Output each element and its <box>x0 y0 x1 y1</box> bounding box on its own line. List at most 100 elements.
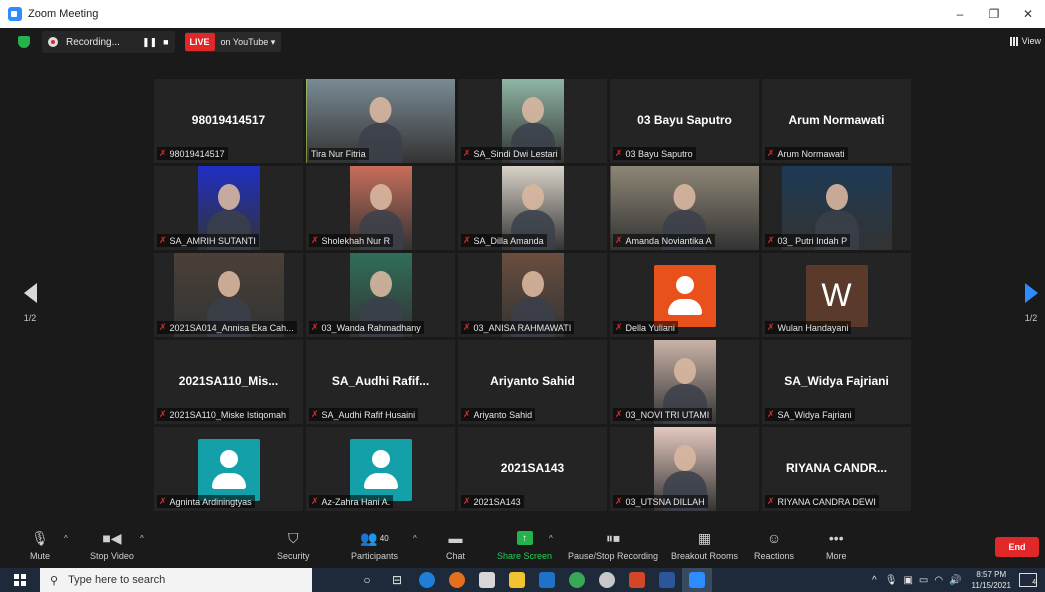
video-camera-icon: ■◀ <box>102 529 122 546</box>
stop-recording-button[interactable]: ■ <box>163 37 168 47</box>
participant-tile[interactable]: ✗ 03_ Putri Indah P <box>762 166 911 250</box>
participant-name-label: ✗ Della Yuliani <box>613 321 678 334</box>
breakout-rooms-button[interactable]: ▦ Breakout Rooms <box>671 528 738 564</box>
person-silhouette <box>673 184 696 210</box>
more-button[interactable]: ••• More <box>826 528 847 564</box>
live-stream-indicator[interactable]: LIVE on YouTube ▾ <box>184 32 282 52</box>
tray-app-icon[interactable]: ▣ <box>903 575 912 586</box>
participant-tile[interactable]: W ✗ Wulan Handayani <box>762 253 911 337</box>
participant-tile[interactable]: ✗ Az-Zahra Hani A. <box>306 427 455 511</box>
taskbar-search[interactable]: ⚲ Type here to search <box>40 568 312 592</box>
chrome-icon[interactable] <box>562 568 592 592</box>
participants-options-caret[interactable]: ^ <box>413 534 417 543</box>
pause-recording-button[interactable]: ❚❚ <box>142 37 157 48</box>
person-silhouette <box>825 184 848 210</box>
participant-tile[interactable]: ✗ Agninta Ardiningtyas <box>154 427 303 511</box>
participant-name: 03_ Putri Indah P <box>777 235 848 246</box>
tray-volume-icon[interactable]: 🔊 <box>949 575 961 586</box>
grid-icon: ▦ <box>697 529 712 546</box>
participant-tile[interactable]: ✗ 03_ANISA RAHMAWATI <box>458 253 607 337</box>
participant-name-label: ✗ SA_Dilla Amanda <box>461 234 547 247</box>
encryption-shield-icon[interactable] <box>18 36 30 48</box>
start-button[interactable] <box>0 568 40 592</box>
participant-tile[interactable]: ✗ Sholekhah Nur R <box>306 166 455 250</box>
avatar-head <box>675 276 694 294</box>
muted-mic-icon: ✗ <box>767 496 775 506</box>
minimize-button[interactable]: – <box>943 0 977 28</box>
participant-tile[interactable]: ✗ Della Yuliani <box>610 253 759 337</box>
share-screen-button[interactable]: ↑ Share Screen <box>497 528 552 564</box>
participant-tile[interactable]: 2021SA110_Mis... ✗ 2021SA110_Miske Istiqom… <box>154 340 303 424</box>
participant-tile[interactable]: ✗ 2021SA014_Annisa Eka Cah... <box>154 253 303 337</box>
task-view-icon[interactable]: ⊟ <box>382 568 412 592</box>
mail-icon[interactable] <box>532 568 562 592</box>
participant-tile[interactable]: SA_Widya Fajriani ✗ SA_Widya Fajriani <box>762 340 911 424</box>
chat-button[interactable]: ▬ Chat <box>446 528 465 564</box>
participant-name: SA_Sindi Dwi Lestari <box>473 148 558 159</box>
participant-tile[interactable]: ✗ 03_NOVI TRI UTAMI <box>610 340 759 424</box>
powerpoint-icon[interactable] <box>622 568 652 592</box>
live-destination-dropdown[interactable]: on YouTube ▾ <box>215 37 282 48</box>
next-page-indicator: 1/2 <box>1024 313 1038 323</box>
cortana-icon[interactable]: ○ <box>352 568 382 592</box>
participant-tile[interactable]: 98019414517 ✗ 98019414517 <box>154 79 303 163</box>
person-silhouette <box>369 271 392 297</box>
restore-button[interactable]: ❐ <box>977 0 1011 28</box>
person-silhouette <box>521 184 544 210</box>
app-swirl-icon[interactable] <box>592 568 622 592</box>
participant-tile[interactable]: Arum Normawati ✗ Arum Normawati <box>762 79 911 163</box>
edge-browser-icon[interactable] <box>412 568 442 592</box>
close-button[interactable]: ✕ <box>1011 0 1045 28</box>
taskbar-clock[interactable]: 8:57 PM 11/15/2021 <box>972 569 1011 591</box>
audio-options-caret[interactable]: ^ <box>64 534 68 543</box>
mute-button[interactable]: 🎙 Mute <box>30 528 50 564</box>
firefox-icon[interactable] <box>442 568 472 592</box>
participant-tile[interactable]: ✗ SA_AMRIH SUTANTI <box>154 166 303 250</box>
participant-tile[interactable]: 2021SA143 ✗ 2021SA143 <box>458 427 607 511</box>
participants-button[interactable]: 👥 40 Participants <box>351 528 398 564</box>
participant-tile[interactable]: ✗ 03_UTSNA DILLAH <box>610 427 759 511</box>
participant-name: 03_NOVI TRI UTAMI <box>625 409 710 420</box>
security-label: Security <box>277 551 310 561</box>
participant-tile[interactable]: ✗ 03_Wanda Rahmadhany <box>306 253 455 337</box>
video-options-caret[interactable]: ^ <box>140 534 144 543</box>
muted-mic-icon: ✗ <box>311 496 319 506</box>
smile-icon: ☺ <box>766 530 782 546</box>
breakout-rooms-label: Breakout Rooms <box>671 551 739 561</box>
file-explorer-icon[interactable] <box>502 568 532 592</box>
end-meeting-button[interactable]: End <box>995 537 1039 557</box>
muted-mic-icon: ✗ <box>767 322 775 332</box>
tray-expand-icon[interactable]: ^ <box>872 575 877 586</box>
store-icon[interactable] <box>472 568 502 592</box>
tray-battery-icon[interactable]: ▭ <box>919 575 928 586</box>
notification-center-button[interactable]: 4 <box>1019 573 1037 587</box>
participant-name-label: ✗ 03_UTSNA DILLAH <box>613 495 708 508</box>
muted-mic-icon: ✗ <box>463 409 471 419</box>
clock-time: 8:57 PM <box>976 570 1007 579</box>
next-page-button[interactable]: 1/2 <box>1021 283 1041 323</box>
stop-video-button[interactable]: ■◀ Stop Video <box>90 528 134 564</box>
participant-tile[interactable]: ✗ SA_Sindi Dwi Lestari <box>458 79 607 163</box>
muted-mic-icon: ✗ <box>311 235 319 245</box>
participant-tile[interactable]: RIYANA CANDR... ✗ RIYANA CANDRA DEWI <box>762 427 911 511</box>
view-button[interactable]: View <box>1009 36 1041 46</box>
recording-text: Recording... <box>66 36 120 48</box>
person-silhouette <box>369 97 392 123</box>
security-button[interactable]: ⛉ Security <box>277 528 310 564</box>
participant-tile[interactable]: Tira Nur Fitria <box>306 79 455 163</box>
zoom-taskbar-icon[interactable] <box>682 568 712 592</box>
participant-tile[interactable]: ✗ Amanda Noviantika A <box>610 166 759 250</box>
share-options-caret[interactable]: ^ <box>549 534 553 543</box>
previous-page-button[interactable]: 1/2 <box>20 283 40 323</box>
participant-tile[interactable]: ✗ SA_Dilla Amanda <box>458 166 607 250</box>
reactions-button[interactable]: ☺ Reactions <box>754 528 794 564</box>
tray-wifi-icon[interactable]: ◠ <box>934 575 943 586</box>
tray-mic-icon[interactable]: 🎙 <box>885 575 898 586</box>
participant-tile[interactable]: SA_Audhi Rafif... ✗ SA_Audhi Rafif Husaini <box>306 340 455 424</box>
participant-name-label: ✗ RIYANA CANDRA DEWI <box>765 495 879 508</box>
word-icon[interactable] <box>652 568 682 592</box>
participant-display-name: Arum Normawati <box>788 113 885 127</box>
pause-stop-recording-button[interactable]: ⏸⏹ Pause/Stop Recording <box>568 528 658 564</box>
participant-tile[interactable]: Ariyanto Sahid ✗ Ariyanto Sahid <box>458 340 607 424</box>
participant-tile[interactable]: 03 Bayu Saputro ✗ 03 Bayu Saputro <box>610 79 759 163</box>
